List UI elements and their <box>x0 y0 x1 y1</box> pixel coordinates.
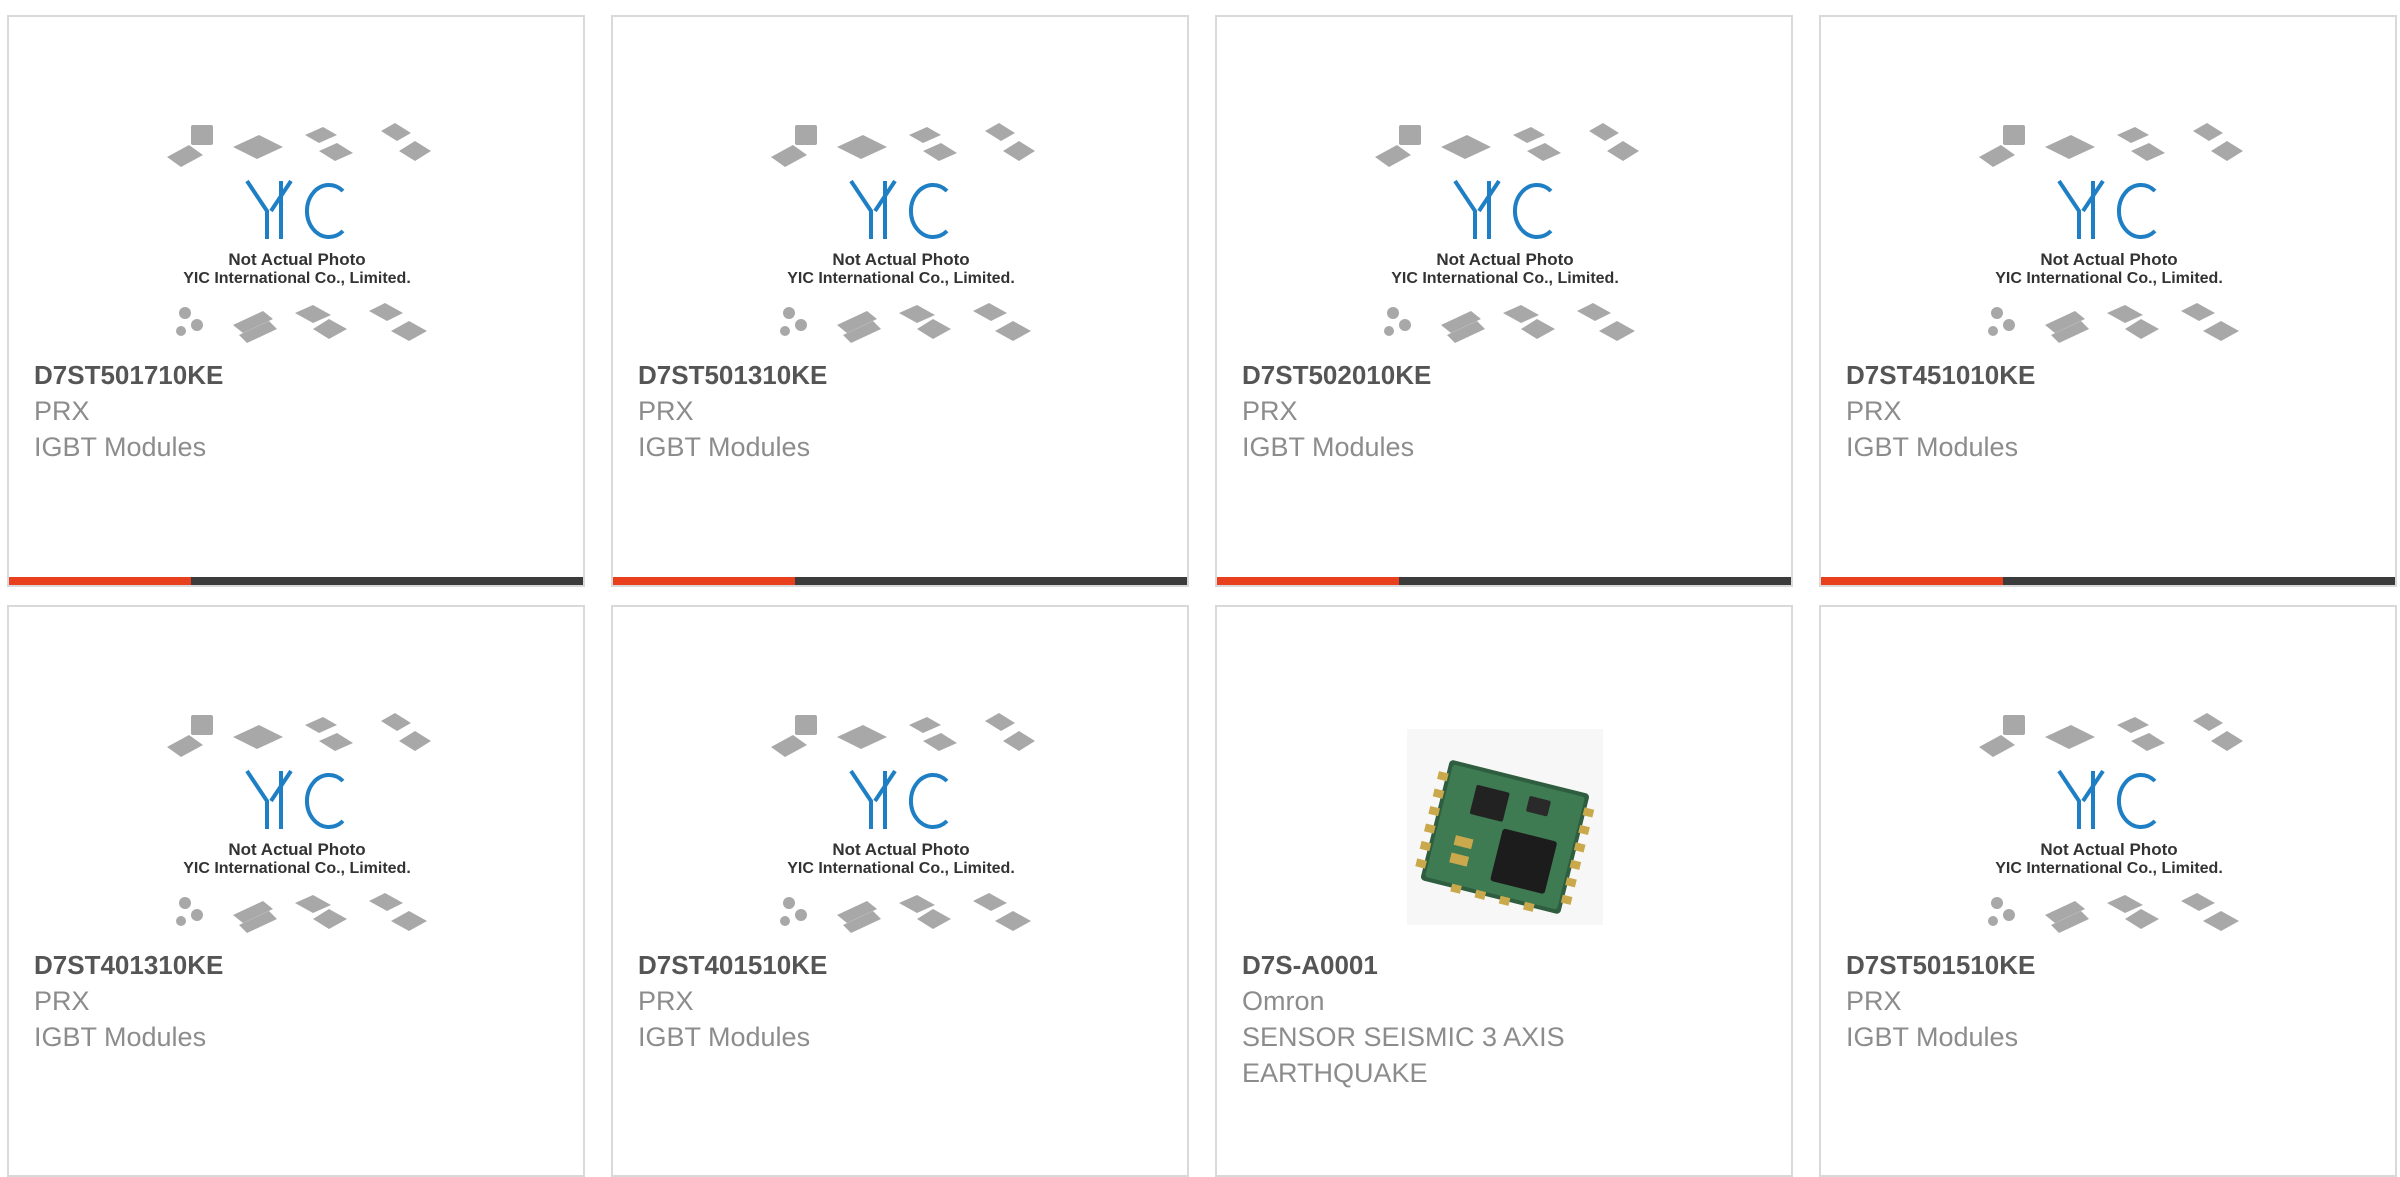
card-bottom-bar <box>1217 577 1791 585</box>
product-info: D7ST401310KE PRX IGBT Modules <box>34 947 554 1055</box>
product-image[interactable]: Not Actual Photo YIC International Co., … <box>1971 689 2247 949</box>
manufacturer: PRX <box>34 986 90 1016</box>
description: IGBT Modules <box>638 432 811 462</box>
part-number-link[interactable]: D7ST451010KE <box>1846 357 2366 393</box>
description: IGBT Modules <box>1846 1022 2019 1052</box>
svg-text:YIC International Co., Limited: YIC International Co., Limited. <box>787 270 1015 287</box>
card-bottom-bar <box>613 577 1187 585</box>
part-number-link[interactable]: D7ST501510KE <box>1846 947 2366 983</box>
svg-text:Not Actual Photo: Not Actual Photo <box>832 840 969 859</box>
manufacturer: PRX <box>638 396 694 426</box>
part-number-link[interactable]: D7ST501310KE <box>638 357 1158 393</box>
product-image[interactable]: Not Actual Photo YIC International Co., … <box>1971 99 2247 359</box>
manufacturer: PRX <box>1846 396 1902 426</box>
card-accent-bar <box>9 577 191 585</box>
manufacturer: PRX <box>638 986 694 1016</box>
not-actual-photo-placeholder-icon: Not Actual Photo YIC International Co., … <box>771 713 1035 933</box>
svg-text:Not Actual Photo: Not Actual Photo <box>832 250 969 269</box>
svg-text:Not Actual Photo: Not Actual Photo <box>228 250 365 269</box>
product-card[interactable]: Not Actual Photo YIC International Co., … <box>1819 15 2397 587</box>
manufacturer: PRX <box>34 396 90 426</box>
part-number-link[interactable]: D7ST501710KE <box>34 357 554 393</box>
product-info: D7ST501510KE PRX IGBT Modules <box>1846 947 2366 1055</box>
not-actual-photo-placeholder-icon: Not Actual Photo YIC International Co., … <box>167 713 431 933</box>
description: IGBT Modules <box>1846 432 2019 462</box>
product-grid: Not Actual Photo YIC International Co., … <box>0 0 2400 1177</box>
product-card[interactable]: Not Actual Photo YIC International Co., … <box>611 605 1189 1177</box>
part-number-link[interactable]: D7S-A0001 <box>1242 947 1762 983</box>
product-info: D7ST401510KE PRX IGBT Modules <box>638 947 1158 1055</box>
manufacturer: Omron <box>1242 986 1325 1016</box>
card-accent-bar <box>1217 577 1399 585</box>
part-number-link[interactable]: D7ST401510KE <box>638 947 1158 983</box>
part-number-link[interactable]: D7ST502010KE <box>1242 357 1762 393</box>
product-image[interactable]: Not Actual Photo YIC International Co., … <box>763 689 1039 949</box>
product-card[interactable]: Not Actual Photo YIC International Co., … <box>1215 15 1793 587</box>
product-image[interactable]: Not Actual Photo YIC International Co., … <box>159 689 435 949</box>
svg-text:YIC International Co., Limited: YIC International Co., Limited. <box>787 860 1015 877</box>
svg-text:YIC International Co., Limited: YIC International Co., Limited. <box>1391 270 1619 287</box>
card-bottom-bar <box>9 577 583 585</box>
svg-text:Not Actual Photo: Not Actual Photo <box>2040 250 2177 269</box>
svg-text:Not Actual Photo: Not Actual Photo <box>1436 250 1573 269</box>
description: IGBT Modules <box>34 432 207 462</box>
product-card[interactable]: D7S-A0001 Omron SENSOR SEISMIC 3 AXIS EA… <box>1215 605 1793 1177</box>
product-info: D7ST501310KE PRX IGBT Modules <box>638 357 1158 465</box>
product-card[interactable]: Not Actual Photo YIC International Co., … <box>1819 605 2397 1177</box>
sensor-module-photo-icon <box>1407 729 1603 925</box>
not-actual-photo-placeholder-icon: Not Actual Photo YIC International Co., … <box>1979 713 2243 933</box>
product-info: D7ST502010KE PRX IGBT Modules <box>1242 357 1762 465</box>
card-accent-bar <box>1821 577 2003 585</box>
description: IGBT Modules <box>638 1022 811 1052</box>
svg-text:Not Actual Photo: Not Actual Photo <box>2040 840 2177 859</box>
description: IGBT Modules <box>1242 432 1415 462</box>
product-card[interactable]: Not Actual Photo YIC International Co., … <box>7 605 585 1177</box>
description: IGBT Modules <box>34 1022 207 1052</box>
svg-text:YIC International Co., Limited: YIC International Co., Limited. <box>1995 270 2223 287</box>
not-actual-photo-placeholder-icon: Not Actual Photo YIC International Co., … <box>1979 123 2243 343</box>
product-info: D7S-A0001 Omron SENSOR SEISMIC 3 AXIS EA… <box>1242 947 1762 1091</box>
description: SENSOR SEISMIC 3 AXIS EARTHQUAKE <box>1242 1022 1565 1088</box>
manufacturer: PRX <box>1846 986 1902 1016</box>
part-number-link[interactable]: D7ST401310KE <box>34 947 554 983</box>
svg-text:YIC International Co., Limited: YIC International Co., Limited. <box>183 860 411 877</box>
product-card[interactable]: Not Actual Photo YIC International Co., … <box>7 15 585 587</box>
product-image[interactable] <box>1367 689 1643 949</box>
product-image[interactable]: Not Actual Photo YIC International Co., … <box>1367 99 1643 359</box>
product-info: D7ST451010KE PRX IGBT Modules <box>1846 357 2366 465</box>
svg-text:YIC International Co., Limited: YIC International Co., Limited. <box>183 270 411 287</box>
product-card[interactable]: Not Actual Photo YIC International Co., … <box>611 15 1189 587</box>
manufacturer: PRX <box>1242 396 1298 426</box>
svg-text:YIC International Co., Limited: YIC International Co., Limited. <box>1995 860 2223 877</box>
card-accent-bar <box>613 577 795 585</box>
product-image[interactable]: Not Actual Photo YIC International Co., … <box>159 99 435 359</box>
card-bottom-bar <box>1821 577 2395 585</box>
not-actual-photo-placeholder-icon: Not Actual Photo YIC International Co., … <box>167 123 431 343</box>
not-actual-photo-placeholder-icon: Not Actual Photo YIC International Co., … <box>771 123 1035 343</box>
product-image[interactable]: Not Actual Photo YIC International Co., … <box>763 99 1039 359</box>
not-actual-photo-placeholder-icon: Not Actual Photo YIC International Co., … <box>1375 123 1639 343</box>
svg-text:Not Actual Photo: Not Actual Photo <box>228 840 365 859</box>
product-info: D7ST501710KE PRX IGBT Modules <box>34 357 554 465</box>
